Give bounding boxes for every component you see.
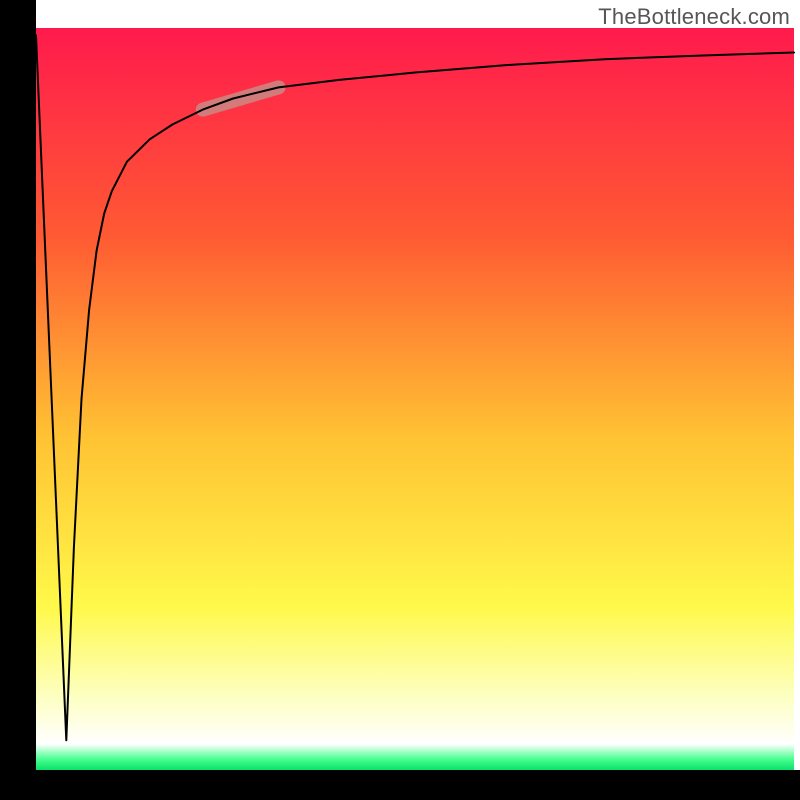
attribution-text: TheBottleneck.com (598, 4, 790, 30)
chart-stage: TheBottleneck.com (0, 0, 800, 800)
frame-left (0, 0, 36, 800)
chart-svg (0, 0, 800, 800)
frame-bottom (0, 770, 800, 800)
